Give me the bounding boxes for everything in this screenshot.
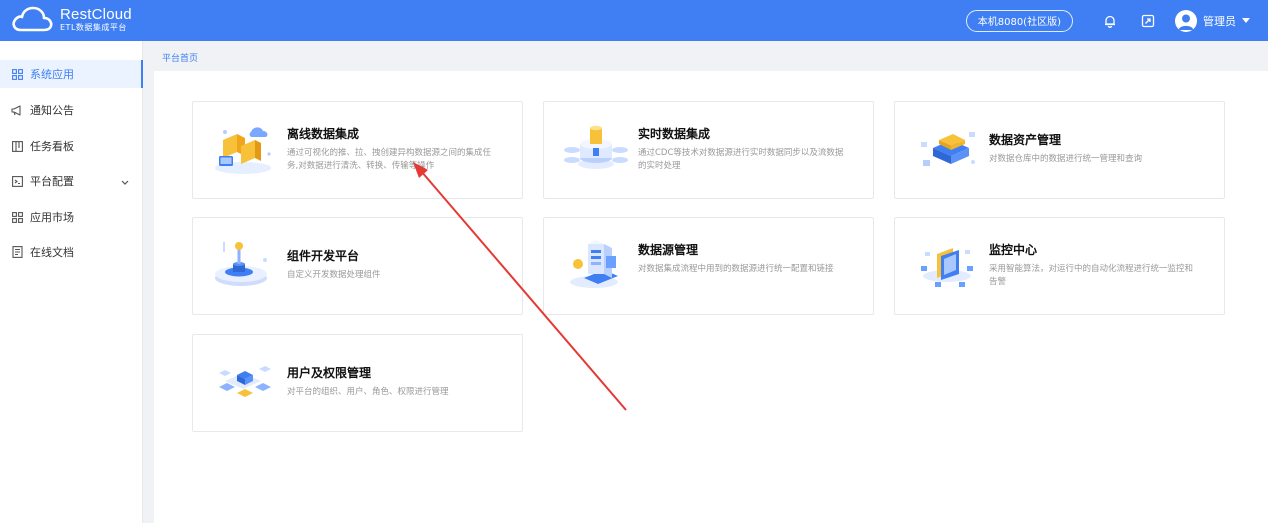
user-name[interactable]: 管理员: [1203, 13, 1236, 29]
card-title: 监控中心: [989, 243, 1038, 257]
sidebar-item-app-market[interactable]: 应用市场: [0, 203, 143, 231]
card-description: 通过CDC等技术对数据源进行实时数据同步以及流数据的实时处理: [638, 148, 844, 171]
bell-icon[interactable]: [1102, 13, 1118, 29]
card-title: 组件开发平台: [287, 249, 360, 263]
card-description: 自定义开发数据处理组件: [287, 270, 381, 280]
brand-subtitle: ETL数据集成平台: [60, 22, 127, 32]
card-description: 对数据集成流程中用到的数据源进行统一配置和链接: [638, 264, 834, 274]
board-icon: [11, 140, 23, 152]
sidebar-item-platform-config[interactable]: 平台配置: [0, 167, 143, 195]
sidebar-item-label: 在线文档: [30, 246, 74, 259]
data-assets-icon: [921, 132, 975, 166]
sidebar-item-system-apps[interactable]: 系统应用: [0, 60, 143, 88]
grid-icon: [11, 68, 23, 80]
user-permissions-icon: [219, 366, 271, 397]
card-datasource-mgmt[interactable]: 数据源管理 对数据集成流程中用到的数据源进行统一配置和链接: [543, 217, 874, 315]
megaphone-icon: [11, 104, 23, 116]
card-description: 对数据仓库中的数据进行统一管理和查询: [989, 154, 1143, 164]
monitor-icon: [921, 248, 973, 287]
sidebar-item-task-board[interactable]: 任务看板: [0, 132, 143, 160]
logo[interactable]: RestCloud ETL数据集成平台: [10, 3, 132, 35]
environment-badge[interactable]: 本机8080(社区版): [965, 9, 1073, 32]
sidebar-item-online-docs[interactable]: 在线文档: [0, 238, 143, 266]
card-title: 数据源管理: [638, 243, 699, 257]
card-data-assets[interactable]: 数据资产管理 对数据仓库中的数据进行统一管理和查询: [894, 101, 1225, 199]
sidebar-item-notices[interactable]: 通知公告: [0, 96, 143, 124]
sidebar-item-label: 平台配置: [30, 175, 74, 188]
card-description: 对平台的组织、用户、角色、权限进行管理: [287, 387, 449, 397]
sidebar-item-label: 任务看板: [30, 140, 74, 153]
config-icon: [11, 175, 23, 187]
brand-name: RestCloud: [60, 5, 132, 23]
card-component-dev[interactable]: 组件开发平台 自定义开发数据处理组件: [192, 217, 523, 315]
cloud-logo-icon: [12, 6, 53, 32]
apps-icon: [11, 211, 23, 223]
etl-illustration-icon: [215, 127, 271, 174]
sidebar: 系统应用 通知公告 任务看板 平台配置 应用市场 在线文档: [0, 41, 143, 523]
card-user-permissions[interactable]: 用户及权限管理 对平台的组织、用户、角色、权限进行管理: [192, 334, 523, 432]
realtime-server-icon: [564, 125, 628, 169]
share-icon[interactable]: [1140, 13, 1156, 29]
sidebar-item-label: 通知公告: [30, 104, 74, 117]
card-description: 通过可视化的推、拉、拽创建异构数据源之间的集成任务,对数据进行清洗、转换、传输等…: [287, 148, 492, 171]
breadcrumb[interactable]: 平台首页: [162, 51, 198, 64]
card-title: 数据资产管理: [989, 133, 1062, 147]
card-offline-integration[interactable]: 离线数据集成 通过可视化的推、拉、拽创建异构数据源之间的集成任务,对数据进行清洗…: [192, 101, 523, 199]
card-title: 离线数据集成: [287, 127, 360, 141]
card-title: 用户及权限管理: [287, 366, 372, 380]
component-dev-icon: [215, 242, 267, 286]
caret-down-icon[interactable]: [1242, 18, 1250, 23]
top-header: RestCloud ETL数据集成平台 本机8080(社区版) 管理员: [0, 0, 1268, 41]
card-description: 采用智能算法，对运行中的自动化流程进行统一监控和告警: [989, 264, 1194, 287]
card-monitoring-center[interactable]: 监控中心 采用智能算法，对运行中的自动化流程进行统一监控和告警: [894, 217, 1225, 315]
chevron-down-icon[interactable]: [121, 176, 129, 189]
sidebar-item-label: 系统应用: [30, 68, 74, 81]
datasource-icon: [570, 240, 618, 288]
card-title: 实时数据集成: [638, 127, 711, 141]
avatar[interactable]: [1175, 9, 1197, 32]
sidebar-item-label: 应用市场: [30, 211, 74, 224]
document-icon: [11, 246, 23, 258]
card-realtime-integration[interactable]: 实时数据集成 通过CDC等技术对数据源进行实时数据同步以及流数据的实时处理: [543, 101, 874, 199]
